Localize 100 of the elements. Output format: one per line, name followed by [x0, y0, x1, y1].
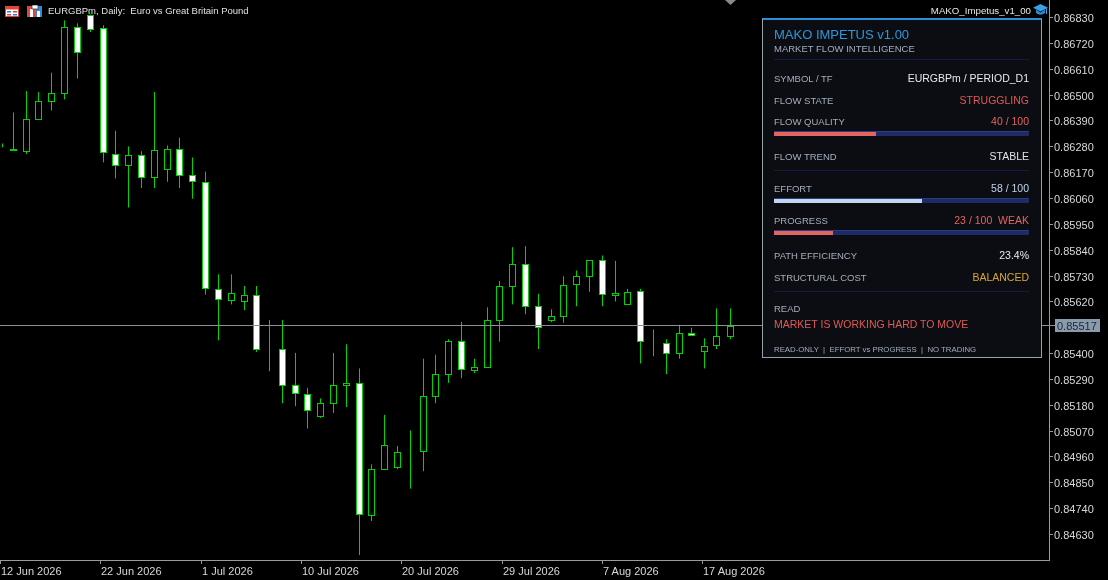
candlestick: [10, 112, 17, 151]
price-label: 0.86610: [1054, 63, 1094, 76]
date-label: 7 Aug 2026: [603, 565, 659, 577]
price-label: 0.85730: [1054, 270, 1094, 283]
read-message: MARKET IS WORKING HARD TO MOVE: [774, 317, 969, 332]
candlestick: [496, 280, 503, 343]
candlestick: [560, 275, 567, 324]
candlestick: [535, 293, 542, 350]
candlestick: [445, 338, 452, 384]
price-label: 0.86390: [1054, 114, 1094, 127]
panel-subtitle: MARKET FLOW INTELLIGENCE: [774, 43, 915, 54]
candlestick: [138, 150, 145, 189]
field-label: PROGRESS: [774, 214, 828, 226]
field-value: STRUGGLING: [959, 94, 1029, 106]
price-label: 0.84850: [1054, 476, 1094, 489]
candlestick: [458, 321, 465, 379]
field-label: SYMBOL / TF: [774, 72, 833, 84]
candlestick: [586, 259, 593, 293]
candlestick: [432, 354, 439, 404]
price-label: 0.85290: [1054, 373, 1094, 386]
candlestick: [253, 285, 260, 353]
candlestick: [394, 445, 401, 470]
candlestick: [2, 143, 3, 148]
candlestick: [269, 319, 270, 372]
price-label: 0.85180: [1054, 399, 1094, 412]
date-label: 29 Jul 2026: [503, 565, 560, 577]
price-label: 0.85400: [1054, 347, 1094, 360]
price-label: 0.86830: [1054, 11, 1094, 24]
candlestick: [688, 327, 695, 336]
date-label: 22 Jun 2026: [101, 565, 162, 577]
field-value: 23 / 100 WEAK: [954, 214, 1029, 226]
candlestick: [241, 285, 248, 311]
price-label: 0.85840: [1054, 244, 1094, 257]
candlestick: [522, 245, 529, 315]
candlestick: [368, 463, 375, 522]
candlestick: [713, 307, 720, 350]
candlestick: [228, 273, 235, 305]
candlestick: [317, 397, 324, 419]
table-icon[interactable]: [5, 5, 19, 17]
price-label: 0.85950: [1054, 218, 1094, 231]
price-label: 0.86060: [1054, 192, 1094, 205]
current-price-label: 0.85517: [1055, 319, 1100, 332]
indicator-name[interactable]: MAKO_Impetus_v1_00: [930, 4, 1031, 17]
blocks-icon[interactable]: [27, 5, 42, 17]
date-label: 1 Jul 2026: [202, 565, 253, 577]
candlestick: [292, 352, 299, 407]
candlestick: [343, 343, 350, 408]
candlestick: [663, 338, 670, 375]
candlestick: [599, 255, 606, 307]
candlestick: [304, 387, 311, 429]
candlestick: [164, 144, 171, 183]
candlestick: [74, 22, 81, 79]
candlestick: [35, 91, 42, 120]
field-label: PATH EFFICIENCY: [774, 249, 858, 261]
field-label: FLOW QUALITY: [774, 115, 845, 127]
candlestick: [548, 308, 555, 323]
field-label: FLOW TREND: [774, 150, 837, 162]
price-label: 0.86280: [1054, 140, 1094, 153]
date-label: 20 Jul 2026: [402, 565, 459, 577]
price-label: 0.84630: [1054, 528, 1094, 541]
candlestick: [509, 246, 516, 305]
field-value: 23.4%: [999, 249, 1029, 261]
panel-title: MAKO IMPETUS v1.00: [774, 27, 910, 43]
candlestick: [410, 429, 411, 490]
price-label: 0.84740: [1054, 502, 1094, 515]
candlestick: [573, 270, 580, 307]
candlestick: [653, 329, 654, 357]
price-label: 0.85070: [1054, 425, 1094, 438]
candlestick: [471, 358, 478, 374]
field-label: FLOW STATE: [774, 94, 834, 106]
price-label: 0.85620: [1054, 295, 1094, 308]
field-value: 58 / 100: [991, 182, 1029, 194]
candlestick: [701, 337, 708, 369]
date-label: 12 Jun 2026: [1, 565, 62, 577]
field-value: EURGBPm / PERIOD_D1: [907, 72, 1029, 84]
field-value: BALANCED: [972, 271, 1029, 283]
date-label: 17 Aug 2026: [703, 565, 765, 577]
candlestick: [189, 157, 196, 200]
candlestick: [727, 307, 734, 340]
date-label: 10 Jul 2026: [302, 565, 359, 577]
price-label: 0.86170: [1054, 166, 1094, 179]
candlestick: [624, 288, 631, 305]
read-label: READ: [774, 302, 801, 316]
field-value: 40 / 100: [991, 115, 1029, 127]
field-label: STRUCTURAL COST: [774, 271, 867, 283]
candlestick: [330, 352, 337, 414]
candlestick: [215, 273, 222, 341]
candlestick: [48, 72, 55, 111]
candlestick: [125, 145, 132, 208]
candlestick: [676, 324, 683, 360]
price-label: 0.86720: [1054, 37, 1094, 50]
candlestick: [381, 414, 388, 470]
price-label: 0.86500: [1054, 89, 1094, 102]
candlestick: [87, 14, 94, 33]
candlestick: [612, 260, 619, 302]
candlestick: [176, 137, 183, 189]
caret-icon[interactable]: [725, 0, 736, 5]
chart-title: EURGBPm, Daily: Euro vs Great Britain Pound: [48, 5, 249, 17]
graduation-cap-icon[interactable]: [1033, 4, 1048, 17]
field-label: EFFORT: [774, 182, 812, 194]
